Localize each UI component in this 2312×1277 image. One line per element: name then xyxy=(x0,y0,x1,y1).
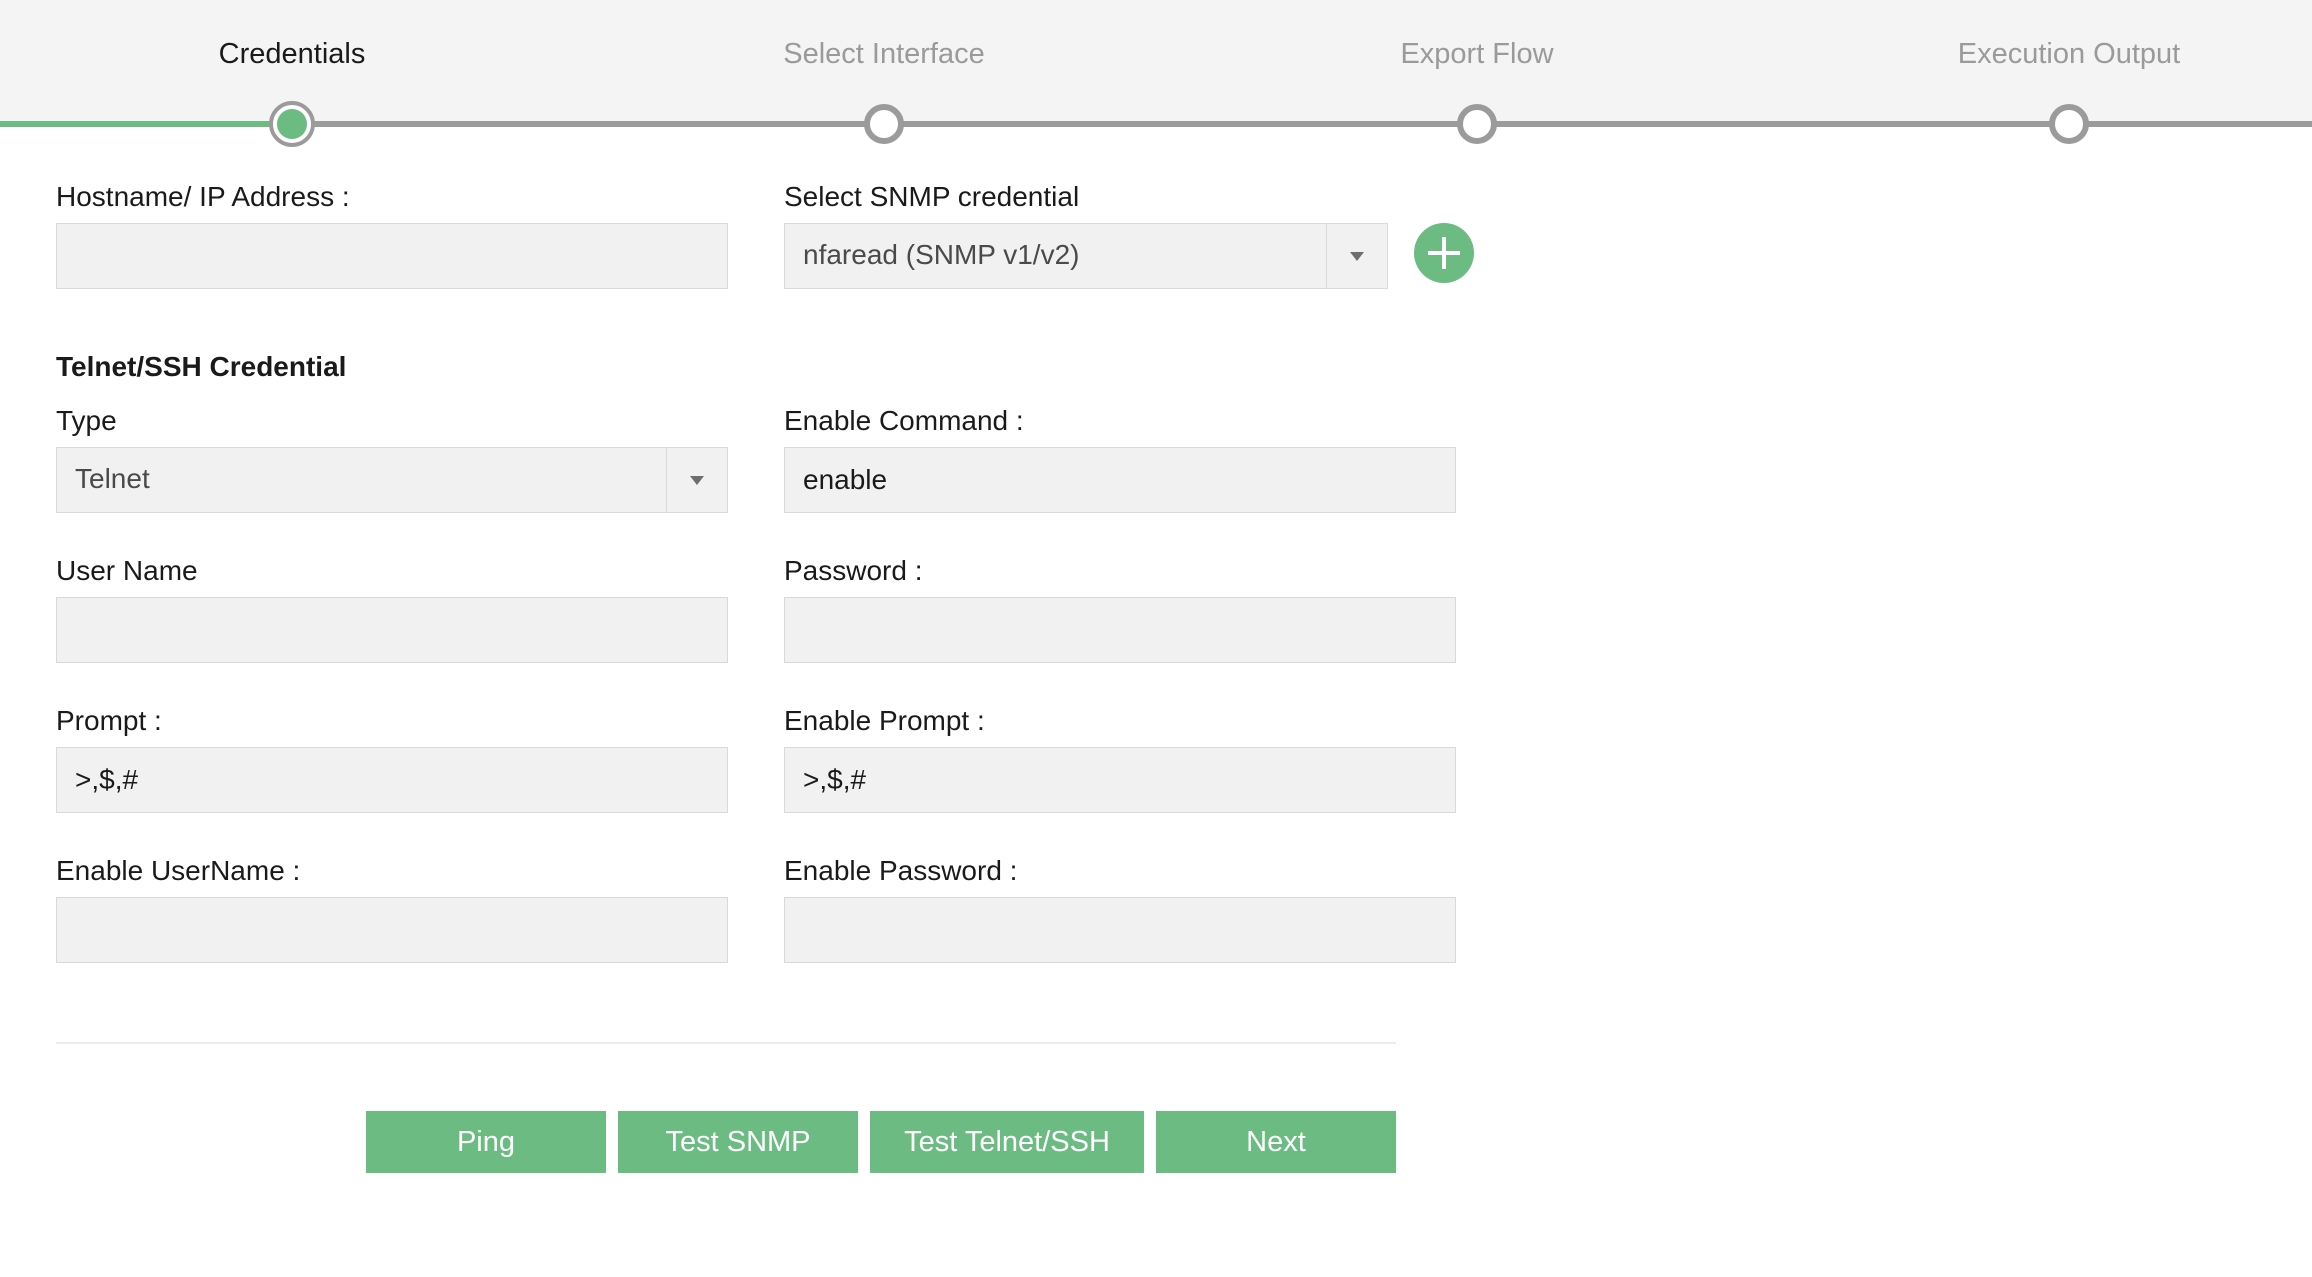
add-snmp-credential-button[interactable] xyxy=(1414,223,1474,283)
telnet-ssh-section-title: Telnet/SSH Credential xyxy=(56,351,347,382)
snmp-credential-select[interactable]: nfaread (SNMP v1/v2) xyxy=(784,223,1388,289)
hostname-input[interactable] xyxy=(56,223,728,289)
step-select-interface-label[interactable]: Select Interface xyxy=(634,38,1134,71)
enable-username-input[interactable] xyxy=(56,897,728,963)
next-button[interactable]: Next xyxy=(1156,1111,1396,1173)
snmp-credential-label: Select SNMP credential xyxy=(784,181,1080,212)
wizard-steps: Credentials Select Interface Export Flow… xyxy=(0,0,2312,125)
type-dropdown-toggle[interactable] xyxy=(666,448,727,512)
snmp-dropdown-toggle[interactable] xyxy=(1326,224,1387,288)
type-select[interactable]: Telnet xyxy=(56,447,728,513)
enable-password-label: Enable Password : xyxy=(784,855,1018,886)
chevron-down-icon xyxy=(690,476,704,485)
test-telnet-ssh-button[interactable]: Test Telnet/SSH xyxy=(870,1111,1144,1173)
step-credentials-node[interactable] xyxy=(269,101,315,147)
enable-password-input[interactable] xyxy=(784,897,1456,963)
step-export-flow-node[interactable] xyxy=(1457,104,1497,144)
password-input[interactable] xyxy=(784,597,1456,663)
username-input[interactable] xyxy=(56,597,728,663)
step-execution-output-label[interactable]: Execution Output xyxy=(1819,38,2312,71)
username-label: User Name xyxy=(56,555,198,586)
step-credentials-label[interactable]: Credentials xyxy=(42,38,542,71)
step-export-flow-label[interactable]: Export Flow xyxy=(1227,38,1727,71)
step-select-interface-node[interactable] xyxy=(864,104,904,144)
chevron-down-icon xyxy=(1350,252,1364,261)
wizard-progress-track xyxy=(0,121,2312,127)
enable-prompt-input[interactable] xyxy=(784,747,1456,813)
step-execution-output-node[interactable] xyxy=(2049,104,2089,144)
enable-command-label: Enable Command : xyxy=(784,405,1024,436)
type-label: Type xyxy=(56,405,117,436)
enable-prompt-label: Enable Prompt : xyxy=(784,705,985,736)
prompt-label: Prompt : xyxy=(56,705,162,736)
enable-command-input[interactable] xyxy=(784,447,1456,513)
snmp-credential-value: nfaread (SNMP v1/v2) xyxy=(803,239,1080,270)
prompt-input[interactable] xyxy=(56,747,728,813)
password-label: Password : xyxy=(784,555,923,586)
wizard-progress-fill xyxy=(0,121,292,127)
plus-icon-stroke xyxy=(1442,237,1446,269)
ping-button[interactable]: Ping xyxy=(366,1111,606,1173)
form-divider xyxy=(56,1042,1396,1044)
enable-username-label: Enable UserName : xyxy=(56,855,301,886)
test-snmp-button[interactable]: Test SNMP xyxy=(618,1111,858,1173)
hostname-label: Hostname/ IP Address : xyxy=(56,181,350,212)
type-value: Telnet xyxy=(75,463,150,494)
